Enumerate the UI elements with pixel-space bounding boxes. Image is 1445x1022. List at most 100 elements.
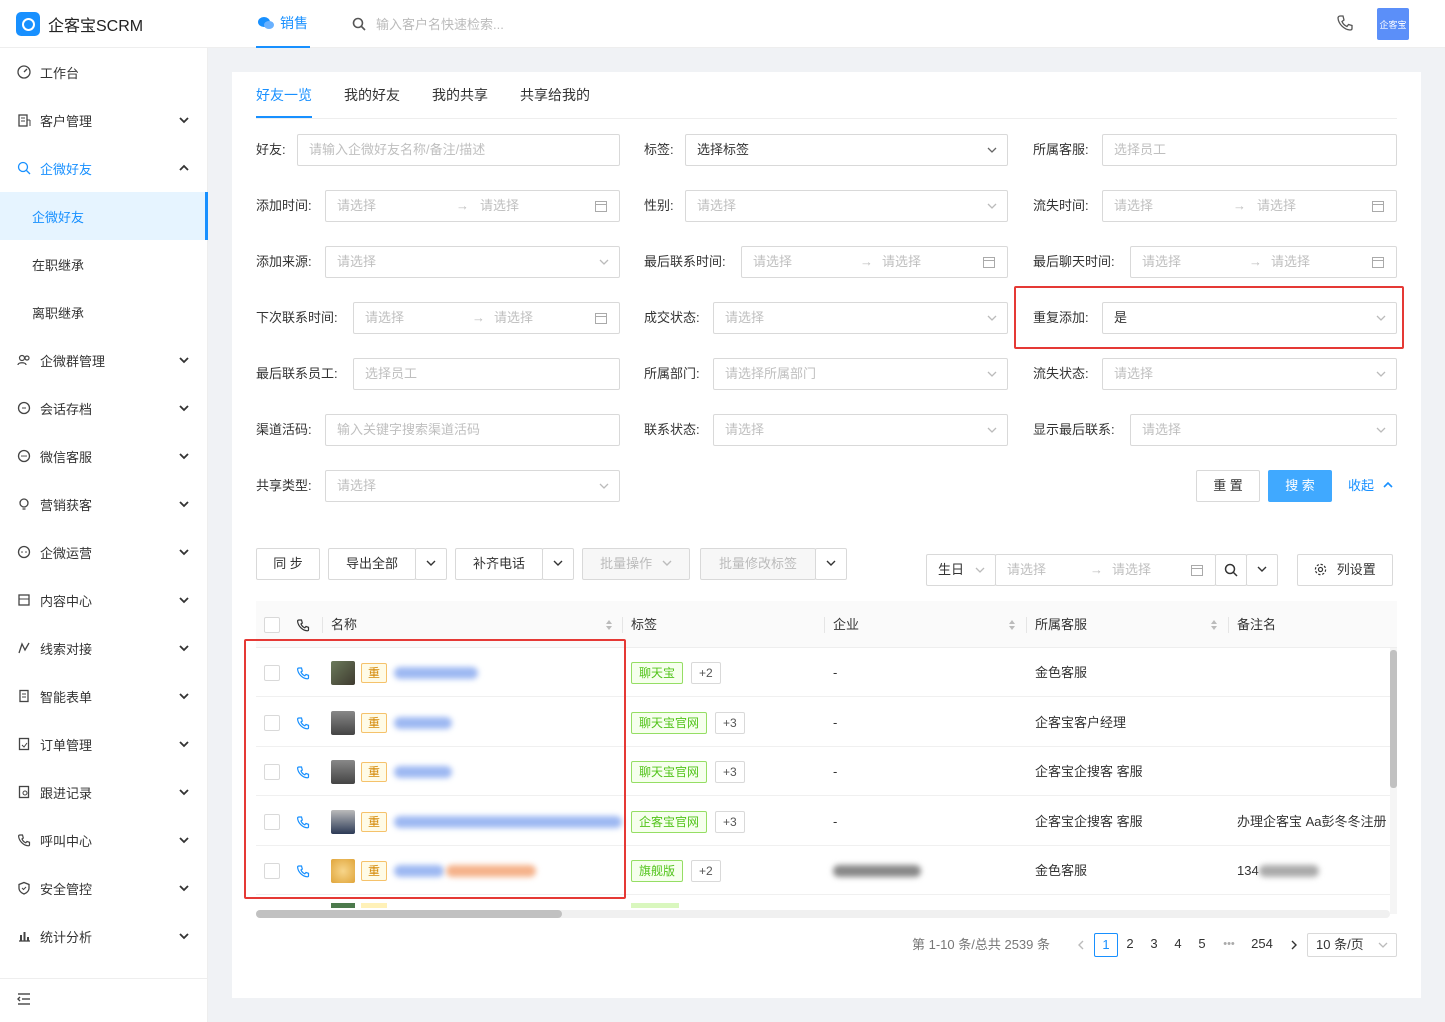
collapse-link[interactable]: 收起 xyxy=(1348,470,1394,502)
last-contact-time-range[interactable]: 请选择 → 请选择 xyxy=(741,246,1008,278)
date-type-select[interactable]: 生日 xyxy=(926,554,996,586)
search-button[interactable]: 搜 索 xyxy=(1268,470,1332,502)
phone-call-icon[interactable] xyxy=(296,864,310,878)
page-button[interactable]: 5 xyxy=(1190,933,1214,957)
tab-my-friends[interactable]: 我的好友 xyxy=(344,72,400,118)
tab-sales[interactable]: 销售 xyxy=(256,0,310,48)
more-tags-chip[interactable]: +2 xyxy=(691,860,721,882)
page-ellipsis[interactable]: ••• xyxy=(1217,933,1241,957)
sync-button[interactable]: 同 步 xyxy=(256,548,320,580)
sidebar-subitem-resign-inherit[interactable]: 离职继承 xyxy=(0,288,208,336)
lost-status-select[interactable]: 请选择 xyxy=(1102,358,1397,390)
horizontal-scrollbar[interactable] xyxy=(256,910,1390,918)
horizontal-scroll-thumb[interactable] xyxy=(256,910,562,918)
date-range-input[interactable]: 请选择 → 请选择 xyxy=(995,554,1216,586)
more-tags-chip[interactable]: +3 xyxy=(715,761,745,783)
chevron-left-icon[interactable] xyxy=(1076,940,1086,950)
share-type-select[interactable]: 请选择 xyxy=(325,470,620,502)
friend-input[interactable]: 请输入企微好友名称/备注/描述 xyxy=(297,134,620,166)
vertical-scroll-thumb[interactable] xyxy=(1390,650,1397,788)
tag-select[interactable]: 选择标签 xyxy=(685,134,1008,166)
row-checkbox[interactable] xyxy=(264,715,280,731)
sidebar-item-lead[interactable]: 线索对接 xyxy=(0,624,208,672)
column-settings-button[interactable]: 列设置 xyxy=(1297,554,1393,586)
row-checkbox[interactable] xyxy=(264,814,280,830)
last-chat-time-range[interactable]: 请选择 → 请选择 xyxy=(1130,246,1397,278)
sort-icon[interactable] xyxy=(1008,619,1016,631)
page-button[interactable]: 4 xyxy=(1166,933,1190,957)
column-header-company[interactable]: 企业 xyxy=(833,601,859,648)
repeat-add-select[interactable]: 是 xyxy=(1102,302,1397,334)
sidebar-item-statistics[interactable]: 统计分析 xyxy=(0,912,208,960)
select-all-checkbox[interactable] xyxy=(264,617,280,633)
more-tags-chip[interactable]: +2 xyxy=(691,662,721,684)
batch-tags-dropdown-button[interactable] xyxy=(815,548,847,580)
collapse-menu-icon[interactable] xyxy=(16,991,32,1007)
sidebar-item-customers[interactable]: 客户管理 xyxy=(0,96,208,144)
more-tags-chip[interactable]: +3 xyxy=(715,712,745,734)
sidebar-item-smart-form[interactable]: 智能表单 xyxy=(0,672,208,720)
table-row[interactable]: 重 聊天宝官网 +3 - 企客宝企搜客 客服 xyxy=(256,747,1397,796)
tab-my-shares[interactable]: 我的共享 xyxy=(432,72,488,118)
sort-icon[interactable] xyxy=(1210,619,1218,631)
export-dropdown-button[interactable] xyxy=(415,548,447,580)
sidebar-item-orders[interactable]: 订单管理 xyxy=(0,720,208,768)
export-all-button[interactable]: 导出全部 xyxy=(328,548,416,580)
sidebar-item-workbench[interactable]: 工作台 xyxy=(0,48,208,96)
department-select[interactable]: 请选择所属部门 xyxy=(713,358,1008,390)
sidebar-item-marketing[interactable]: 营销获客 xyxy=(0,480,208,528)
table-row[interactable]: 重 聊天宝 +2 - 金色客服 xyxy=(256,648,1397,697)
column-header-name[interactable]: 名称 xyxy=(331,601,357,648)
phone-call-icon[interactable] xyxy=(296,666,310,680)
gender-select[interactable]: 请选择 xyxy=(685,190,1008,222)
sidebar-item-wecom-ops[interactable]: 企微运营 xyxy=(0,528,208,576)
column-header-owner[interactable]: 所属客服 xyxy=(1035,601,1087,648)
page-button[interactable]: 1 xyxy=(1094,933,1118,957)
table-row[interactable]: 重 企客宝官网 +3 - 企客宝企搜客 客服 办理企客宝 Aa彭冬冬注册 xyxy=(256,797,1397,846)
fill-phone-dropdown-button[interactable] xyxy=(542,548,574,580)
app-logo[interactable]: 企客宝SCRM xyxy=(16,12,143,36)
source-select[interactable]: 请选择 xyxy=(325,246,620,278)
chevron-right-icon[interactable] xyxy=(1289,940,1299,950)
date-search-button[interactable] xyxy=(1215,554,1247,586)
sidebar-item-content-center[interactable]: 内容中心 xyxy=(0,576,208,624)
sidebar-item-call-center[interactable]: 呼叫中心 xyxy=(0,816,208,864)
sidebar-subitem-wecom-friends[interactable]: 企微好友 xyxy=(0,192,208,240)
sidebar-item-chat-archive[interactable]: 会话存档 xyxy=(0,384,208,432)
page-size-select[interactable]: 10 条/页 xyxy=(1307,933,1397,957)
quick-search[interactable]: 输入客户名快速检索... xyxy=(352,14,504,33)
vertical-scrollbar[interactable] xyxy=(1390,648,1397,914)
next-contact-time-range[interactable]: 请选择 → 请选择 xyxy=(353,302,620,334)
user-avatar[interactable]: 企客宝 xyxy=(1377,8,1409,40)
phone-icon[interactable] xyxy=(1336,14,1354,32)
date-dropdown-button[interactable] xyxy=(1246,554,1278,586)
fill-phone-button[interactable]: 补齐电话 xyxy=(455,548,543,580)
sidebar-item-follow-up[interactable]: 跟进记录 xyxy=(0,768,208,816)
phone-call-icon[interactable] xyxy=(296,815,310,829)
contact-status-select[interactable]: 请选择 xyxy=(713,414,1008,446)
batch-ops-button[interactable]: 批量操作 xyxy=(582,548,690,580)
batch-tags-button[interactable]: 批量修改标签 xyxy=(700,548,816,580)
reset-button[interactable]: 重 置 xyxy=(1196,470,1260,502)
sidebar-item-wecom-friends[interactable]: 企微好友 xyxy=(0,144,208,192)
last-contact-staff-input[interactable]: 选择员工 xyxy=(353,358,620,390)
lost-time-range[interactable]: 请选择 → 请选择 xyxy=(1102,190,1397,222)
table-row[interactable]: 重 旗舰版 +2 金色客服 134 xyxy=(256,846,1397,895)
page-button[interactable]: 3 xyxy=(1142,933,1166,957)
table-row[interactable]: 重 聊天宝官网 +3 - 企客宝客户经理 xyxy=(256,698,1397,747)
row-checkbox[interactable] xyxy=(264,863,280,879)
show-last-contact-select[interactable]: 请选择 xyxy=(1130,414,1397,446)
add-time-range[interactable]: 请选择 → 请选择 xyxy=(325,190,620,222)
row-checkbox[interactable] xyxy=(264,665,280,681)
phone-call-icon[interactable] xyxy=(296,716,310,730)
sidebar-subitem-onjob-inherit[interactable]: 在职继承 xyxy=(0,240,208,288)
tab-shared-to-me[interactable]: 共享给我的 xyxy=(520,72,590,118)
tab-friends-overview[interactable]: 好友一览 xyxy=(256,72,312,118)
channel-code-input[interactable]: 输入关键字搜索渠道活码 xyxy=(325,414,620,446)
more-tags-chip[interactable]: +3 xyxy=(715,811,745,833)
sort-icon[interactable] xyxy=(605,619,613,631)
sidebar-item-wechat-service[interactable]: 微信客服 xyxy=(0,432,208,480)
page-button[interactable]: 2 xyxy=(1118,933,1142,957)
deal-status-select[interactable]: 请选择 xyxy=(713,302,1008,334)
page-button[interactable]: 254 xyxy=(1250,933,1274,957)
